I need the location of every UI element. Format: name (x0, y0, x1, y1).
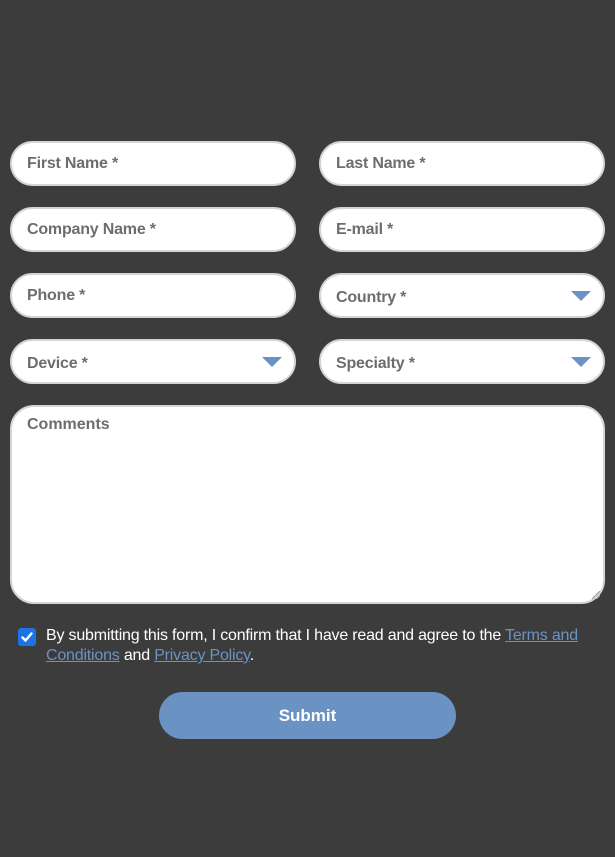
privacy-policy-link[interactable]: Privacy Policy (154, 647, 250, 664)
phone-placeholder: Phone * (27, 286, 86, 304)
consent-text-middle: and (119, 647, 155, 664)
form-row-phone: Phone * Country * (10, 273, 605, 318)
last-name-input[interactable]: Last Name * (319, 141, 605, 186)
consent-text-after: . (249, 647, 255, 664)
submit-wrapper: Submit (10, 692, 605, 739)
checkmark-icon (21, 632, 33, 642)
company-name-input[interactable]: Company Name * (10, 207, 296, 252)
email-input[interactable]: E-mail * (319, 207, 605, 252)
consent-text: By submitting this form, I confirm that … (46, 626, 605, 666)
specialty-select-label: Specialty * (336, 354, 415, 372)
caret-down-icon (571, 291, 591, 301)
company-name-placeholder: Company Name * (27, 220, 156, 238)
consent-text-before: By submitting this form, I confirm that … (46, 627, 506, 644)
country-select-label: Country * (336, 288, 407, 306)
first-name-placeholder: First Name * (27, 154, 118, 172)
device-select[interactable]: Device * (10, 339, 296, 384)
form-row-device: Device * Specialty * (10, 339, 605, 384)
comments-textarea[interactable]: Comments (10, 405, 605, 604)
form-row-name: First Name * Last Name * (10, 141, 605, 186)
device-select-label: Device * (27, 354, 88, 372)
first-name-input[interactable]: First Name * (10, 141, 296, 186)
phone-input[interactable]: Phone * (10, 273, 296, 318)
contact-form: First Name * Last Name * Company Name * … (10, 141, 605, 739)
caret-down-icon (262, 357, 282, 367)
consent-checkbox[interactable] (18, 628, 36, 646)
country-select[interactable]: Country * (319, 273, 605, 318)
email-placeholder: E-mail * (336, 220, 394, 238)
submit-button[interactable]: Submit (159, 692, 456, 739)
comments-placeholder: Comments (27, 416, 110, 433)
consent-row: By submitting this form, I confirm that … (10, 626, 605, 666)
resize-grip-icon[interactable] (592, 591, 600, 599)
caret-down-icon (571, 357, 591, 367)
specialty-select[interactable]: Specialty * (319, 339, 605, 384)
form-row-company: Company Name * E-mail * (10, 207, 605, 252)
last-name-placeholder: Last Name * (336, 154, 426, 172)
